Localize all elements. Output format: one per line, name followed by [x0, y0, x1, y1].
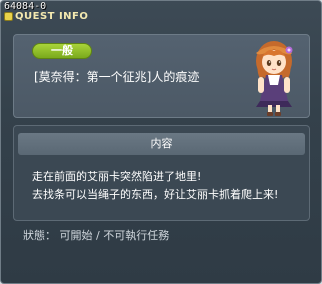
content-body: 走在前面的艾丽卡突然陷进了地里! 去找条可以当绳子的东西，好让艾丽卡抓着爬上来!: [32, 168, 302, 204]
quest-info-window: 64084-0 QUEST INFO 一般 [莫奈得：第一个征兆]人的痕迹 内容…: [0, 0, 322, 284]
content-header: 内容: [18, 133, 305, 155]
quest-category-badge: 一般: [32, 43, 92, 59]
content-line: 去找条可以当绳子的东西，好让艾丽卡抓着爬上来!: [32, 188, 279, 201]
npc-portrait: [256, 41, 293, 116]
npc-eye-right: [276, 60, 282, 66]
quest-status: 狀態： 可開始 / 不可執行任務: [23, 229, 170, 242]
quest-content-panel: 内容 走在前面的艾丽卡突然陷进了地里! 去找条可以当绳子的东西，好让艾丽卡抓着爬…: [13, 125, 310, 221]
npc-eye-left: [266, 60, 272, 66]
window-title: QUEST INFO: [15, 11, 89, 22]
title-bar[interactable]: QUEST INFO: [1, 11, 321, 25]
quest-icon: [4, 12, 13, 21]
quest-name: [莫奈得：第一个征兆]人的痕迹: [34, 70, 200, 84]
content-line: 走在前面的艾丽卡突然陷进了地里!: [32, 170, 202, 183]
quest-summary-panel: 一般 [莫奈得：第一个征兆]人的痕迹: [13, 34, 310, 118]
